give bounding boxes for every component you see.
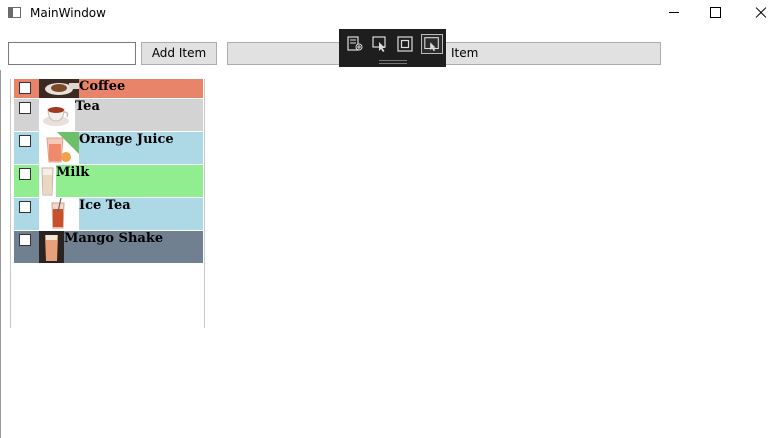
toolbar-grip[interactable]	[379, 60, 407, 64]
label-milk: Milk	[56, 165, 90, 180]
checkbox-coffee[interactable]	[19, 82, 31, 94]
checkbox-mango-shake[interactable]	[19, 234, 31, 246]
mango-shake-image	[39, 231, 64, 263]
track-focused-element-icon[interactable]	[421, 34, 443, 54]
window-left-border	[0, 70, 1, 438]
checkbox-orange-juice[interactable]	[19, 135, 31, 147]
window-title: MainWindow	[30, 6, 106, 20]
add-item-button[interactable]: Add Item	[141, 42, 217, 65]
list-item-milk[interactable]: Milk	[14, 165, 203, 197]
list-item-orange-juice[interactable]: Orange Juice	[14, 132, 203, 164]
maximize-button[interactable]	[692, 0, 738, 27]
minimize-button[interactable]	[651, 0, 697, 27]
list-item-mango-shake[interactable]: Mango Shake	[14, 231, 203, 263]
label-coffee: Coffee	[79, 79, 126, 94]
list-item-tea[interactable]: Tea	[14, 99, 203, 131]
live-visual-tree-icon[interactable]	[347, 36, 363, 52]
coffee-cup-image	[39, 79, 79, 98]
ice-tea-image	[39, 198, 79, 230]
milk-glass-image	[39, 165, 56, 197]
label-tea: Tea	[75, 99, 100, 114]
remove-item-label: Item	[451, 46, 479, 60]
app-window-icon	[8, 7, 21, 18]
label-mango-shake: Mango Shake	[64, 231, 164, 246]
list-item-ice-tea[interactable]: Ice Tea	[14, 198, 203, 230]
debug-toolbar	[339, 29, 446, 67]
item-input[interactable]	[8, 42, 136, 65]
checkbox-milk[interactable]	[19, 168, 31, 180]
checkbox-tea[interactable]	[19, 102, 31, 114]
label-orange-juice: Orange Juice	[79, 132, 174, 147]
select-element-icon[interactable]	[372, 36, 388, 52]
drinks-listbox[interactable]: Coffee Tea Orange Juice Milk Ice Tea Man…	[10, 79, 205, 328]
list-item-coffee[interactable]: Coffee	[14, 79, 203, 98]
close-button[interactable]	[737, 0, 783, 27]
checkbox-ice-tea[interactable]	[19, 201, 31, 213]
display-layout-adorners-icon[interactable]	[397, 36, 413, 52]
orange-juice-image	[39, 132, 79, 164]
title-bar: MainWindow	[0, 0, 783, 27]
label-ice-tea: Ice Tea	[79, 198, 131, 213]
tea-cup-image	[39, 99, 75, 131]
